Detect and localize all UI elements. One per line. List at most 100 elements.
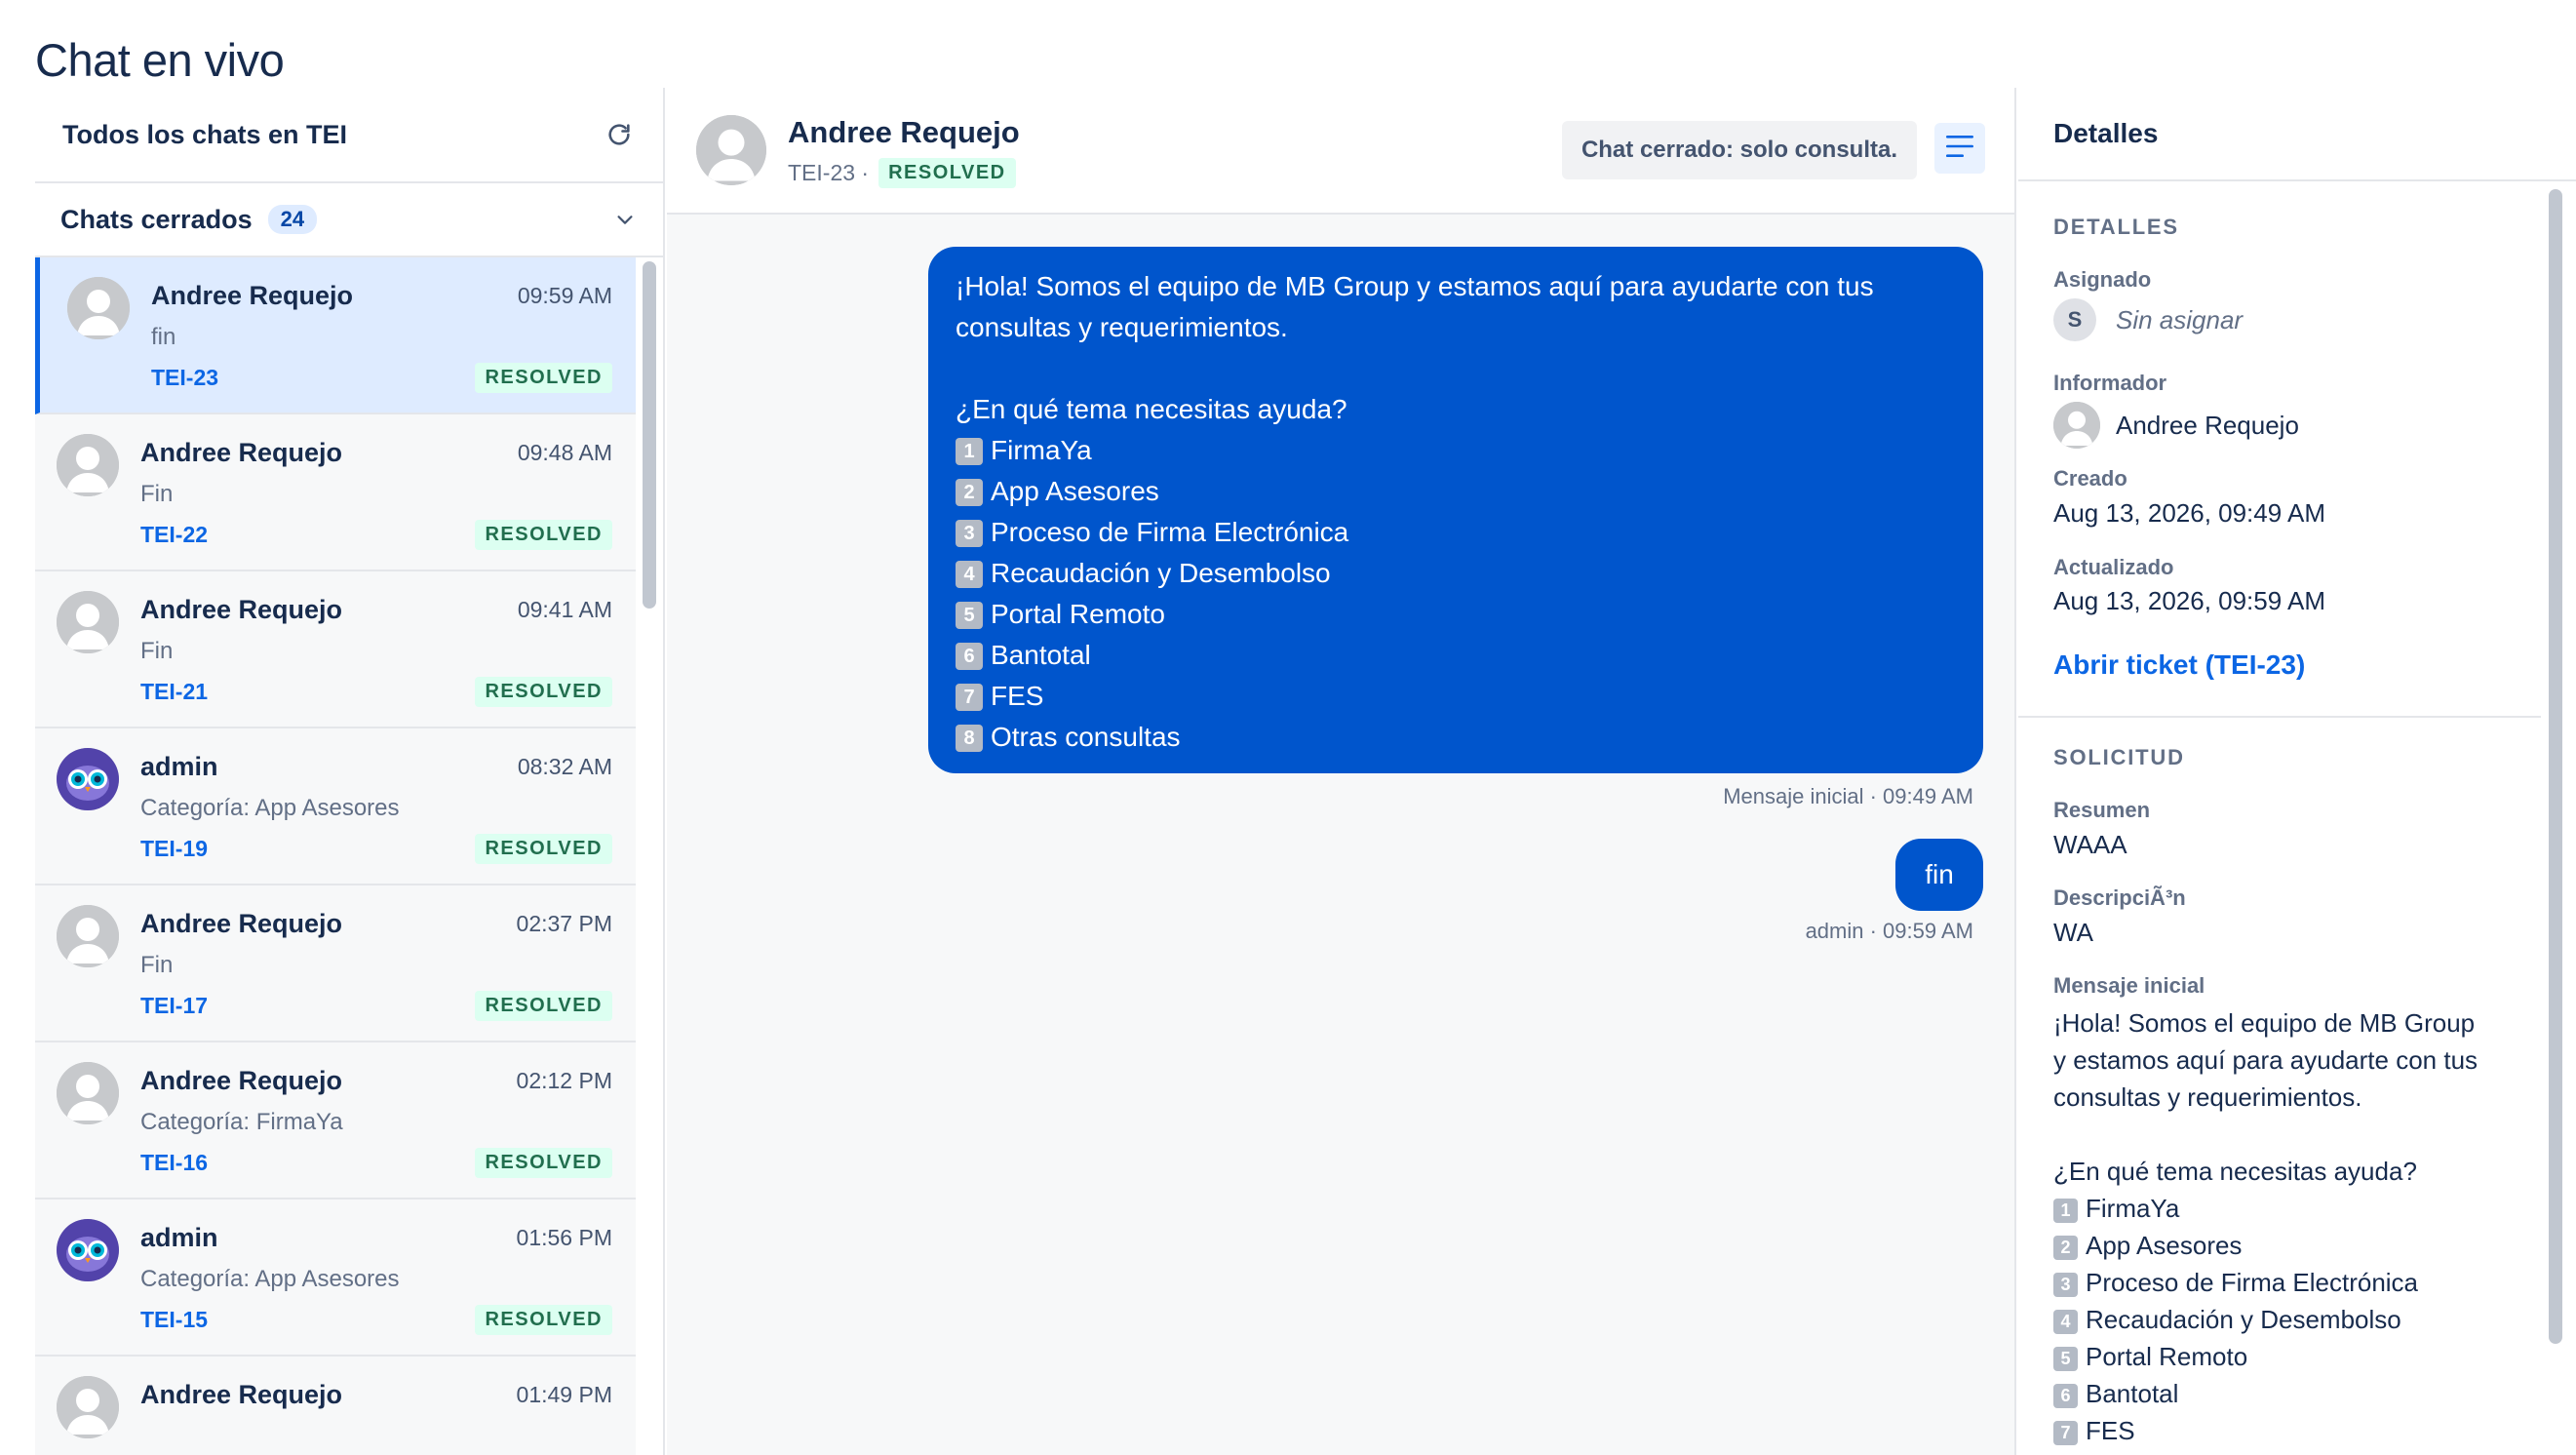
summary-value: WAAA (2053, 830, 2127, 859)
message-line-text: FES (2086, 1416, 2135, 1445)
assignee-field[interactable]: S Sin asignar (2053, 298, 2243, 341)
message-line: 4 Recaudación y Desembolso (956, 553, 1956, 594)
chat-list-panel: Todos los chats en TEI Chats cerrados 24… (35, 88, 665, 1455)
message-line-text: y estamos aquí para ayudarte con tus (2053, 1045, 2478, 1075)
chat-preview: Categoría: App Asesores (140, 1266, 400, 1292)
chat-list-scrollbar[interactable] (643, 261, 656, 609)
message-line-text: ¿En qué tema necesitas ayuda? (956, 394, 1347, 424)
chevron-down-icon[interactable] (614, 209, 636, 235)
chat-preview: Fin (140, 952, 174, 978)
message-line: 6 Bantotal (956, 635, 1956, 676)
chat-list-item[interactable]: Andree Requejo 01:49 PM (35, 1357, 636, 1455)
chat-ticket-key: TEI-16 (140, 1150, 209, 1175)
message-line-text: Bantotal (991, 640, 1091, 670)
message-line-text: ¿En qué tema necesitas ayuda? (2053, 1157, 2417, 1186)
section-title-details: DETALLES (2053, 215, 2179, 239)
assigned-label: Asignado (2053, 267, 2152, 292)
chat-preview: Categoría: FirmaYa (140, 1109, 343, 1135)
message-line: 6 Bantotal (2053, 1375, 2521, 1412)
chat-list-item[interactable]: Andree Requejo 09:59 AM fin TEI-23 RESOLVED (35, 257, 636, 414)
chat-name: Andree Requejo (140, 909, 343, 938)
chat-ticket-key: TEI-15 (140, 1307, 209, 1332)
chat-time: 09:48 AM (517, 440, 612, 465)
message-line: 5 Portal Remoto (2053, 1338, 2521, 1375)
created-label: Creado (2053, 466, 2127, 491)
message-line: 4 Recaudación y Desembolso (2053, 1301, 2521, 1338)
chat-name: admin (140, 1223, 218, 1252)
chat-scope-title: Todos los chats en TEI (62, 119, 348, 149)
reporter-label: Informador (2053, 371, 2167, 395)
chat-name: Andree Requejo (140, 1380, 343, 1409)
closed-chats-group-toggle[interactable]: Chats cerrados 24 (35, 183, 663, 257)
details-header: Detalles (2018, 88, 2576, 181)
menu-lines-icon (1945, 134, 1974, 164)
updated-value: Aug 13, 2026, 09:59 AM (2053, 586, 2325, 615)
reporter-field: Andree Requejo (2053, 402, 2299, 449)
message-line-text: ¡Hola! Somos el equipo de MB Group (2053, 1008, 2476, 1038)
user-avatar-icon (67, 277, 130, 339)
updated-label: Actualizado (2053, 555, 2174, 579)
message-text: fin (1925, 859, 1954, 889)
chat-list-item[interactable]: admin 08:32 AM Categoría: App Asesores TEI-… (35, 728, 636, 885)
chat-list-header: Todos los chats en TEI (35, 88, 663, 183)
description-label: DescripciÃ³n (2053, 885, 2186, 910)
open-ticket-link[interactable]: Abrir ticket (TEI-23) (2053, 649, 2305, 681)
refresh-icon[interactable] (603, 118, 636, 151)
chat-ticket-key: TEI-19 (140, 836, 209, 861)
message-line: 7 FES (2053, 1412, 2521, 1449)
message-line: 1 FirmaYa (2053, 1190, 2521, 1227)
user-avatar-icon (57, 1062, 119, 1124)
user-avatar-icon (696, 115, 766, 185)
chat-list-item[interactable]: admin 01:56 PM Categoría: App Asesores TEI-… (35, 1199, 636, 1357)
number-keycap-icon: 2 (956, 479, 983, 506)
initial-message-label: Mensaje inicial (2053, 973, 2205, 998)
details-toggle-button[interactable] (1934, 123, 1985, 174)
chat-list-item[interactable]: Andree Requejo 02:12 PM Categoría: FirmaYa… (35, 1042, 636, 1199)
number-keycap-icon: 6 (2053, 1384, 2078, 1408)
chat-preview: Fin (140, 481, 174, 507)
chat-preview: fin (151, 324, 176, 350)
created-value: Aug 13, 2026, 09:49 AM (2053, 498, 2325, 528)
owl-avatar-icon (57, 748, 119, 810)
closed-chats-label: Chats cerrados (60, 204, 253, 234)
message-line-text: Otras consultas (991, 722, 1181, 752)
conversation-meta: TEI-23 · RESOLVED (788, 158, 1016, 188)
message-line-text: Recaudación y Desembolso (2086, 1305, 2401, 1334)
message-line-text: App Asesores (991, 476, 1159, 506)
message-line-text: Portal Remoto (2086, 1342, 2248, 1371)
conversation-header: Andree Requejo TEI-23 · RESOLVED Chat ce… (667, 88, 2014, 215)
message-line: ¿En qué tema necesitas ayuda? (2053, 1153, 2521, 1190)
message-line: y estamos aquí para ayudarte con tus (2053, 1042, 2521, 1079)
chat-list-item[interactable]: Andree Requejo 09:41 AM Fin TEI-21 RESOLVED (35, 571, 636, 728)
chat-name: Andree Requejo (140, 1066, 343, 1095)
chat-time: 08:32 AM (517, 754, 612, 779)
chat-time: 02:12 PM (516, 1068, 612, 1093)
chat-ticket-key: TEI-22 (140, 522, 209, 547)
message-line: 3 Proceso de Firma Electrónica (956, 512, 1956, 553)
number-keycap-icon: 1 (2053, 1199, 2078, 1223)
conversation-panel: Andree Requejo TEI-23 · RESOLVED Chat ce… (667, 88, 2016, 1455)
status-badge: RESOLVED (878, 158, 1016, 188)
message-line: consultas y requerimientos. (2053, 1079, 2521, 1116)
chat-closed-notice: Chat cerrado: solo consulta. (1561, 121, 1917, 179)
message-line: 8 Otras consultas (956, 717, 1956, 758)
message-line-text: Bantotal (2086, 1379, 2179, 1408)
message-line-text: FirmaYa (991, 435, 1092, 465)
owl-avatar-icon (57, 1219, 119, 1281)
status-badge: RESOLVED (475, 677, 612, 707)
message-line-text: FES (991, 681, 1044, 711)
chat-ticket-key: TEI-21 (140, 679, 209, 704)
message-line: 7 FES (956, 676, 1956, 717)
number-keycap-icon: 2 (2053, 1236, 2078, 1260)
chat-list: Andree Requejo 09:59 AM fin TEI-23 RESOLVED A… (35, 257, 636, 1455)
chat-name: admin (140, 752, 218, 781)
details-scrollbar[interactable] (2549, 189, 2562, 1344)
chat-name: Andree Requejo (140, 595, 343, 624)
number-keycap-icon: 5 (956, 602, 983, 629)
chat-list-item[interactable]: Andree Requejo 02:37 PM Fin TEI-17 RESOLVED (35, 885, 636, 1042)
chat-list-item[interactable]: Andree Requejo 09:48 AM Fin TEI-22 RESOLVED (35, 414, 636, 571)
message-line: ¡Hola! Somos el equipo de MB Group y est… (956, 266, 1956, 307)
chat-ticket-key: TEI-23 (151, 365, 219, 390)
message-meta: Mensaje inicial · 09:49 AM (1723, 784, 1973, 808)
chat-time: 09:41 AM (517, 597, 612, 622)
